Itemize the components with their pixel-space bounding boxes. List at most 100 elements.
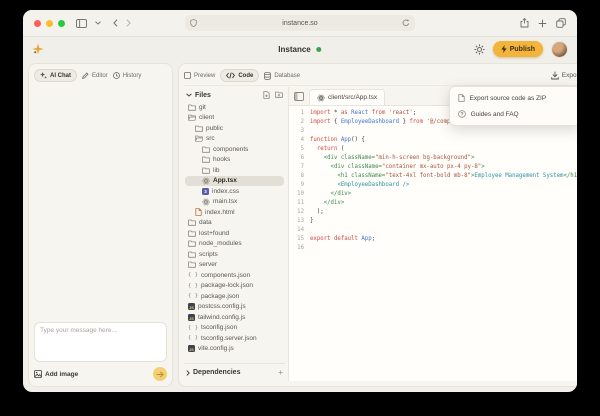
files-panel: Files git client public src components hooks [184,87,289,381]
file-tree-item-package-lock.json[interactable]: { } package-lock.json [185,281,284,292]
tab-code[interactable]: Code [220,69,260,82]
tab-editor[interactable]: Editor [82,72,108,79]
code-line[interactable]: 9 <EmployeeDashboard /> [289,181,577,190]
file-tree-item-hooks[interactable]: hooks [185,155,284,166]
line-number: 11 [297,200,304,206]
file-tree-item-postcss.config.js[interactable]: JS postcss.config.js [185,302,284,313]
folder-icon [188,104,196,111]
file-tree-item-tsconfig.server.json[interactable]: { } tsconfig.server.json [185,333,284,344]
sparkles-icon [40,72,47,79]
file-tree-item-server[interactable]: server [185,260,284,271]
reload-icon[interactable] [402,19,410,27]
url-bar[interactable]: instance.so [185,15,415,31]
app-logo-icon[interactable] [32,43,44,55]
tab-ai-chat[interactable]: AI Chat [34,69,77,82]
code-line[interactable]: 8 <h1 className="text-4xl font-bold mb-8… [289,172,577,181]
tab-editor-label: Editor [92,72,108,79]
folder-icon [188,251,196,258]
minimize-window-button[interactable] [46,19,53,27]
file-tree-item-src[interactable]: src [185,134,284,145]
code-line[interactable]: 14 [289,226,577,235]
close-window-button[interactable] [34,19,41,27]
file-tree-item-main.tsx[interactable]: main.tsx [185,197,284,208]
browser-nav [76,18,131,28]
tab-history[interactable]: History [112,72,142,79]
file-tree-item-lost+found[interactable]: lost+found [185,228,284,239]
code-line[interactable]: 10 </div> [289,190,577,199]
code-line[interactable]: 16 [289,244,577,253]
code-line[interactable]: 7 <div className="container mx-auto px-4… [289,163,577,172]
publish-button[interactable]: Publish [492,41,543,57]
file-tree-item-vite.config.js[interactable]: JS vite.config.js [185,344,284,355]
traffic-lights [34,19,65,27]
line-number: 10 [297,191,304,197]
add-image-button[interactable]: Add image [34,370,78,378]
panel-toggle-icon[interactable] [294,91,304,101]
file-tree-item-App.tsx[interactable]: App.tsx [185,175,284,186]
file-name: tsconfig.server.json [200,334,257,342]
file-tree-item-tsconfig.json[interactable]: { } tsconfig.json [185,323,284,334]
url-text: instance.so [282,19,318,27]
gear-icon[interactable] [474,43,485,55]
code-line[interactable]: 5 return ( [289,145,577,154]
file-tree-item-node_modules[interactable]: node_modules [185,239,284,250]
zoom-window-button[interactable] [58,19,65,27]
new-file-icon[interactable] [263,91,270,99]
file-tree-item-components[interactable]: components [185,144,284,155]
file-tree-item-components.json[interactable]: { } components.json [185,270,284,281]
code-line[interactable]: 11 </div> [289,199,577,208]
screenshot-stage: instance.so Instance Publish AI Chat Edi… [0,0,600,416]
code-icon [226,72,236,79]
file-name: lost+found [199,229,230,237]
menu-item-export-zip[interactable]: Export source code as ZIP [450,90,577,106]
dependencies-section[interactable]: Dependencies + [184,363,285,381]
sidebar-icon[interactable] [76,18,87,28]
tab-database[interactable]: Database [264,71,300,80]
app-header: Instance Publish [23,37,577,61]
code-line[interactable]: 4 function App() { [289,136,577,145]
new-tab-icon[interactable] [538,19,547,28]
code-line[interactable]: 3 [289,127,577,136]
folder-open-icon [195,135,203,142]
tab-preview-label: Preview [194,72,216,79]
chevron-down-icon[interactable] [95,21,101,25]
export-button[interactable]: Export [551,71,577,80]
code-line[interactable]: 12 ); [289,208,577,217]
new-folder-icon[interactable] [275,91,283,99]
file-tree-item-index.html[interactable]: index.html [185,207,284,218]
add-image-label: Add image [45,370,79,378]
project-title-text: Instance [278,44,311,54]
share-icon[interactable] [520,18,529,28]
file-name: git [199,103,206,111]
editor-tab-apptsx[interactable]: client/src/App.tsx [309,89,386,105]
file-tree-item-package.json[interactable]: { } package.json [185,291,284,302]
file-tree-item-index.css[interactable]: 3 index.css [185,186,284,197]
file-tree-item-git[interactable]: git [185,102,284,113]
tab-preview[interactable]: Preview [184,72,215,79]
file-tree-item-client[interactable]: client [185,113,284,124]
add-dependency-button[interactable]: + [278,368,283,376]
shield-icon [190,19,197,27]
code-line[interactable]: 6 <div className="min-h-screen bg-backgr… [289,154,577,163]
code-line[interactable]: 13} [289,217,577,226]
file-tree-item-scripts[interactable]: scripts [185,249,284,260]
avatar[interactable] [551,40,568,58]
forward-icon[interactable] [126,19,131,27]
send-button[interactable] [153,367,167,381]
files-header[interactable]: Files [184,87,285,102]
code-area[interactable]: 1 import * as React from 'react'; 2 import … [289,106,577,381]
files-header-label: Files [195,91,211,99]
tabs-icon[interactable] [556,18,566,28]
file-tree-item-data[interactable]: data [185,218,284,229]
tab-history-label: History [122,72,142,79]
chat-input[interactable] [34,322,167,362]
code-text: </div> [323,200,345,206]
back-icon[interactable] [113,19,118,27]
code-line[interactable]: 15 export default App; [289,235,577,244]
file-tree-item-public[interactable]: public [185,123,284,134]
file-tree-item-lib[interactable]: lib [185,165,284,176]
workspace-panel: Preview Code Database Export [178,63,577,387]
menu-item-guides-faq[interactable]: Guides and FAQ [450,106,577,122]
file-name: components [213,145,249,153]
file-tree-item-tailwind.config.js[interactable]: JS tailwind.config.js [185,312,284,323]
